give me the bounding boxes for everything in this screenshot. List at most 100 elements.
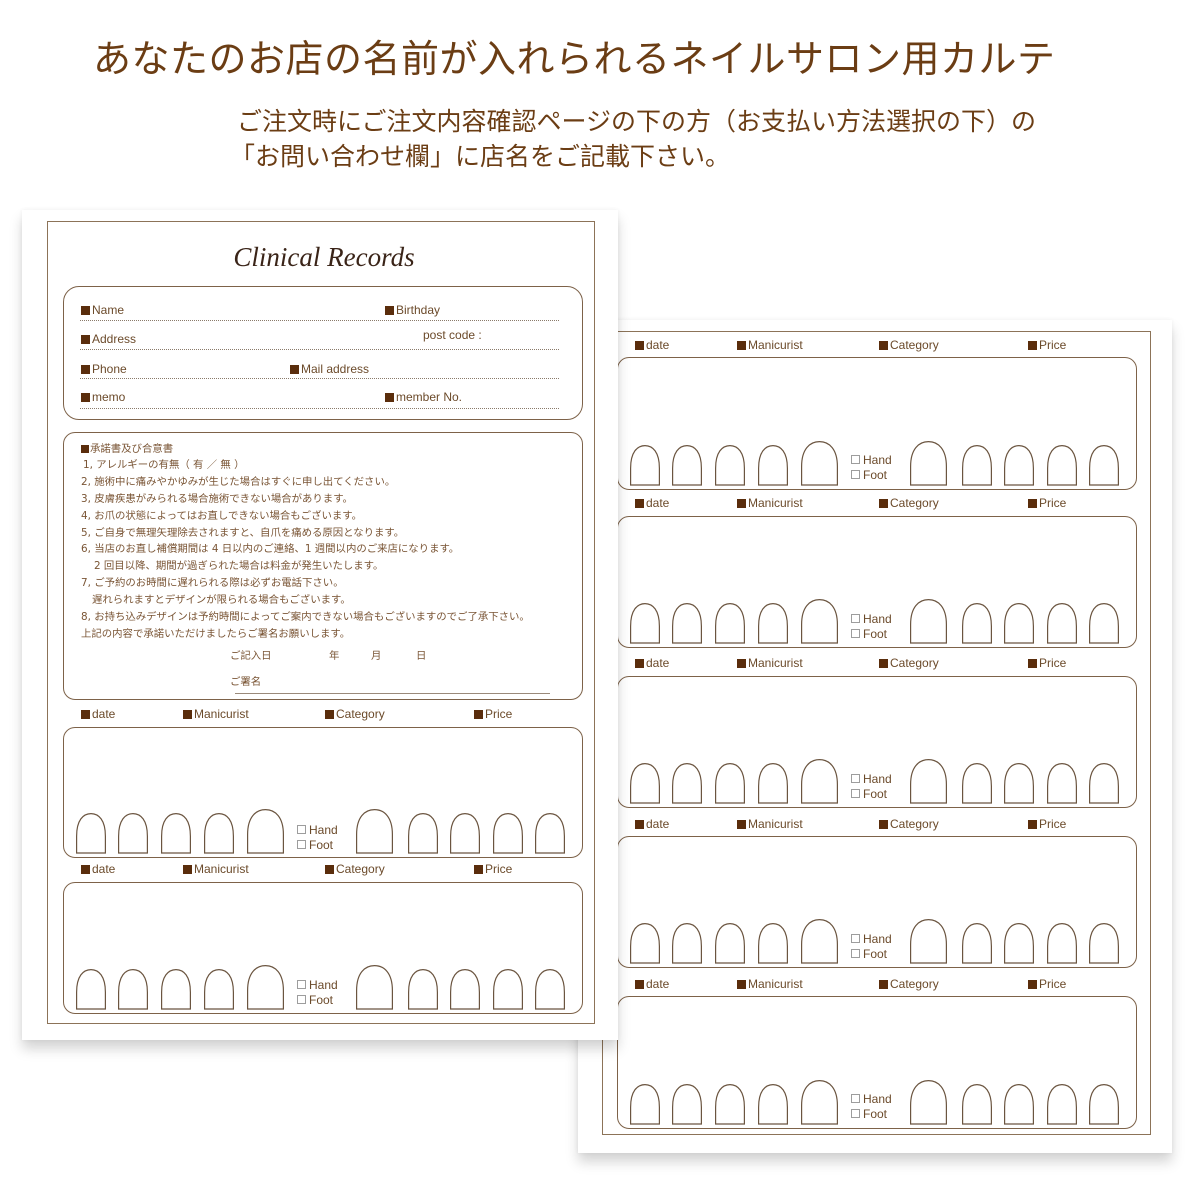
bullet-square-icon — [879, 498, 888, 508]
nail-shape — [1089, 762, 1119, 804]
nail-shape — [493, 812, 523, 854]
foot-checkbox — [297, 840, 306, 849]
consent-line: 8, お持ち込みデザインは予約時間によってご案内できない場合もございますのでご了… — [81, 611, 530, 623]
field-label: Name — [92, 303, 125, 317]
field-label: memo — [92, 390, 126, 404]
nail-outline-icon — [161, 968, 191, 1010]
record-label-text: Price — [1039, 817, 1067, 831]
record-label-text: Price — [1039, 977, 1067, 991]
nail-shape — [801, 1079, 838, 1125]
field-phone: Phone — [81, 362, 127, 376]
nail-shape — [535, 968, 565, 1010]
nail-shape — [1047, 602, 1077, 644]
nail-outline-icon — [535, 812, 565, 854]
nail-outline-icon — [204, 968, 234, 1010]
nail-shape — [801, 440, 838, 486]
nail-outline-icon — [962, 602, 992, 644]
record-label-text: Manicurist — [194, 707, 249, 721]
record-label-text: Manicurist — [748, 977, 803, 991]
record-label-manicurist: Manicurist — [737, 817, 803, 831]
write-line — [80, 320, 559, 321]
record-label-text: date — [646, 496, 670, 510]
nail-outline-icon — [76, 968, 106, 1010]
bullet-square-icon — [385, 392, 394, 402]
thumb-nail-outline-icon — [801, 758, 838, 804]
bullet-square-icon — [474, 709, 483, 719]
page-heading: あなたのお店の名前が入れられるネイルサロン用カルテ — [93, 37, 1056, 81]
nail-outline-icon — [630, 762, 660, 804]
nail-outline-icon — [1089, 922, 1119, 964]
bullet-square-icon — [635, 819, 644, 829]
thumb-nail-outline-icon — [801, 1079, 838, 1125]
nail-shape — [758, 922, 788, 964]
record-label-text: date — [646, 338, 670, 352]
field-label: Mail address — [301, 362, 370, 376]
record-label-manicurist: Manicurist — [737, 496, 803, 510]
bullet-square-icon — [325, 709, 334, 719]
record-label-text: Price — [485, 707, 513, 721]
record-label-price: Price — [1028, 496, 1066, 510]
nail-shape — [672, 762, 702, 804]
record-sheet-front: Clinical Records Name Birthday Address p… — [22, 210, 618, 1040]
bullet-square-icon — [635, 979, 644, 989]
bullet-square-icon — [325, 864, 334, 874]
bullet-square-icon — [879, 340, 888, 350]
record-label-manicurist: Manicurist — [183, 707, 249, 721]
bullet-square-icon — [635, 658, 644, 668]
bullet-square-icon — [1028, 340, 1037, 350]
record-label-text: date — [646, 977, 670, 991]
nail-outline-icon — [118, 968, 148, 1010]
thumb-nail-outline-icon — [247, 808, 284, 854]
nail-shape — [1047, 1083, 1077, 1125]
nail-outline-icon — [962, 444, 992, 486]
nail-shape — [910, 440, 947, 486]
hand-label: Hand — [863, 932, 892, 946]
record-label-text: Price — [1039, 496, 1067, 510]
record-label-manicurist: Manicurist — [737, 338, 803, 352]
record-label-text: Category — [890, 977, 939, 991]
record-label-price: Price — [474, 707, 512, 721]
nail-shape — [1089, 444, 1119, 486]
record-label-category: Category — [879, 338, 939, 352]
field-post-code: post code : — [423, 328, 482, 342]
nail-outline-icon — [1089, 1083, 1119, 1125]
consent-heading: 承諾書及び合意書 — [81, 442, 173, 456]
bullet-square-icon — [879, 658, 888, 668]
bullet-square-icon — [81, 864, 90, 874]
record-label-date: date — [635, 496, 669, 510]
nail-outline-icon — [758, 444, 788, 486]
hand-label: Hand — [863, 453, 892, 467]
nail-shape — [630, 762, 660, 804]
order-note-line-1: ご注文時にご注文内容確認ページの下の方（お支払い方法選択の下）の — [237, 107, 1037, 136]
nail-outline-icon — [630, 602, 660, 644]
nail-outline-icon — [962, 762, 992, 804]
record-label-text: Category — [336, 862, 385, 876]
nail-shape — [535, 812, 565, 854]
nail-shape — [758, 444, 788, 486]
nail-outline-icon — [408, 968, 438, 1010]
nail-outline-icon — [1047, 602, 1077, 644]
field-birthday: Birthday — [385, 303, 440, 317]
nail-shape — [715, 602, 745, 644]
nail-shape — [672, 922, 702, 964]
field-mail-address: Mail address — [290, 362, 369, 376]
record-label-date: date — [635, 817, 669, 831]
year-label: 年 — [329, 650, 340, 662]
record-label-text: Manicurist — [748, 656, 803, 670]
bullet-square-icon — [474, 864, 483, 874]
nail-shape — [408, 968, 438, 1010]
thumb-nail-outline-icon — [910, 758, 947, 804]
record-label-text: date — [646, 817, 670, 831]
field-name: Name — [81, 303, 124, 317]
nail-outline-icon — [204, 812, 234, 854]
consent-line: 4, お爪の状態によってはお直しできない場合もございます。 — [81, 510, 362, 522]
record-label-text: Manicurist — [748, 338, 803, 352]
nail-shape — [1047, 922, 1077, 964]
signature-line — [235, 693, 550, 694]
thumb-nail-outline-icon — [801, 918, 838, 964]
nail-outline-icon — [758, 1083, 788, 1125]
nail-outline-icon — [450, 968, 480, 1010]
nail-shape — [910, 1079, 947, 1125]
bullet-square-icon — [737, 819, 746, 829]
nail-outline-icon — [1089, 602, 1119, 644]
